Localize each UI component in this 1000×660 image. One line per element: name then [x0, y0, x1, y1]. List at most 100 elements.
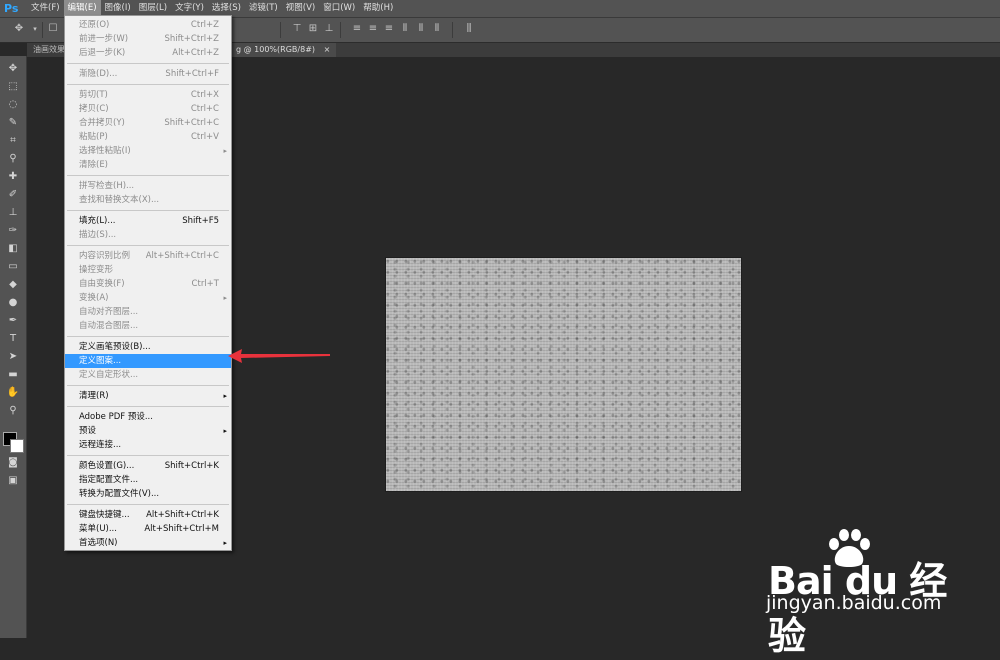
separator — [42, 22, 43, 38]
menu-separator — [67, 455, 229, 456]
menu-filter[interactable]: 滤镜(T) — [245, 0, 282, 17]
menu-item-find-replace-text[interactable]: 查找和替换文本(X)... — [65, 193, 231, 207]
align-top-icon[interactable]: ⊤ — [290, 22, 304, 36]
edit-menu-dropdown: 还原(O) Ctrl+Z 前进一步(W) Shift+Ctrl+Z 后退一步(K) A… — [64, 15, 232, 551]
watermark-url: jingyan.baidu.com — [766, 592, 942, 614]
pen-tool-icon[interactable]: ✒ — [5, 314, 21, 328]
menu-window[interactable]: 窗口(W) — [319, 0, 359, 17]
type-tool-icon[interactable]: T — [5, 332, 21, 346]
distribute-left-icon[interactable]: ⫴ — [398, 22, 412, 36]
menu-item-auto-align-layers[interactable]: 自动对齐图层... — [65, 305, 231, 319]
menu-separator — [67, 504, 229, 505]
align-bottom-icon[interactable]: ⊥ — [322, 22, 336, 36]
menu-separator — [67, 63, 229, 64]
distribute-hcenter-icon[interactable]: ⫴ — [414, 22, 428, 36]
menu-item-content-aware-scale[interactable]: 内容识别比例 Alt+Shift+Ctrl+C — [65, 249, 231, 263]
menu-item-paste-special[interactable]: 选择性粘贴(I) ▸ — [65, 144, 231, 158]
menu-item-cut[interactable]: 剪切(T) Ctrl+X — [65, 88, 231, 102]
menu-item-puppet-warp[interactable]: 操控变形 — [65, 263, 231, 277]
toolbox: ✥ ⬚ ◌ ✎ ⌗ ⚲ ✚ ✐ ⊥ ✑ ◧ ▭ ◆ ● ✒ T ➤ ▬ ✋ ⚲ … — [0, 56, 27, 638]
menu-help[interactable]: 帮助(H) — [359, 0, 397, 17]
menu-item-define-pattern[interactable]: 定义图案... — [65, 354, 231, 368]
menu-item-remote-connections[interactable]: 远程连接... — [65, 438, 231, 452]
menu-separator — [67, 406, 229, 407]
menu-item-fade[interactable]: 渐隐(D)... Shift+Ctrl+F — [65, 67, 231, 81]
document-image-canvas[interactable] — [386, 258, 741, 491]
submenu-arrow-icon: ▸ — [223, 539, 227, 547]
move-tool-icon[interactable]: ✥ — [5, 62, 21, 76]
menu-item-auto-blend-layers[interactable]: 自动混合图层... — [65, 319, 231, 333]
menu-item-paste[interactable]: 粘贴(P) Ctrl+V — [65, 130, 231, 144]
dodge-tool-icon[interactable]: ● — [5, 296, 21, 310]
menu-item-stroke[interactable]: 描边(S)... — [65, 228, 231, 242]
menu-item-copy-merged[interactable]: 合并拷贝(Y) Shift+Ctrl+C — [65, 116, 231, 130]
photoshop-logo: Ps — [4, 2, 19, 15]
menu-item-keyboard-shortcuts[interactable]: 键盘快捷键... Alt+Shift+Ctrl+K — [65, 508, 231, 522]
auto-align-layers-icon[interactable]: ⫼ — [462, 22, 476, 36]
lasso-tool-icon[interactable]: ◌ — [5, 98, 21, 112]
menu-item-transform[interactable]: 变换(A) ▸ — [65, 291, 231, 305]
distribute-bottom-icon[interactable]: ≡ — [382, 22, 396, 36]
path-select-tool-icon[interactable]: ➤ — [5, 350, 21, 364]
eraser-tool-icon[interactable]: ◧ — [5, 242, 21, 256]
menu-item-check-spelling[interactable]: 拼写检查(H)... — [65, 179, 231, 193]
close-icon[interactable]: × — [324, 45, 331, 54]
distribute-top-icon[interactable]: ≡ — [350, 22, 364, 36]
submenu-arrow-icon: ▸ — [223, 147, 227, 155]
screen-mode-icon[interactable]: ▣ — [5, 474, 21, 488]
menu-separator — [67, 84, 229, 85]
shape-tool-icon[interactable]: ▬ — [5, 368, 21, 382]
separator — [340, 22, 341, 38]
menu-item-fill[interactable]: 填充(L)... Shift+F5 — [65, 214, 231, 228]
align-vcenter-icon[interactable]: ⊞ — [306, 22, 320, 36]
menu-item-presets[interactable]: 预设 ▸ — [65, 424, 231, 438]
menu-item-adobe-pdf-presets[interactable]: Adobe PDF 预设... — [65, 410, 231, 424]
menu-item-step-forward[interactable]: 前进一步(W) Shift+Ctrl+Z — [65, 32, 231, 46]
menu-item-step-backward[interactable]: 后退一步(K) Alt+Ctrl+Z — [65, 46, 231, 60]
menu-item-clear[interactable]: 清除(E) — [65, 158, 231, 172]
tab-label: g @ 100%(RGB/8#) — [236, 45, 316, 54]
menu-separator — [67, 385, 229, 386]
quick-select-tool-icon[interactable]: ✎ — [5, 116, 21, 130]
crop-tool-icon[interactable]: ⌗ — [5, 134, 21, 148]
gradient-tool-icon[interactable]: ▭ — [5, 260, 21, 274]
auto-select-checkbox[interactable]: ☐ — [46, 22, 60, 36]
menu-item-free-transform[interactable]: 自由变换(F) Ctrl+T — [65, 277, 231, 291]
move-tool-icon[interactable]: ✥ — [12, 22, 26, 36]
submenu-arrow-icon: ▸ — [223, 392, 227, 400]
menu-item-define-custom-shape[interactable]: 定义自定形状... — [65, 368, 231, 382]
tool-preset-dropdown-icon[interactable]: ▾ — [28, 22, 42, 36]
menu-item-color-settings[interactable]: 颜色设置(G)... Shift+Ctrl+K — [65, 459, 231, 473]
red-arrow-annotation-icon — [228, 349, 330, 363]
menu-item-convert-to-profile[interactable]: 转换为配置文件(V)... — [65, 487, 231, 501]
hand-tool-icon[interactable]: ✋ — [5, 386, 21, 400]
brush-tool-icon[interactable]: ✐ — [5, 188, 21, 202]
quick-mask-icon[interactable]: ◙ — [5, 456, 21, 470]
menu-file[interactable]: 文件(F) — [27, 0, 64, 17]
blur-tool-icon[interactable]: ◆ — [5, 278, 21, 292]
menu-separator — [67, 210, 229, 211]
eyedropper-tool-icon[interactable]: ⚲ — [5, 152, 21, 166]
background-color-swatch[interactable] — [10, 439, 24, 453]
menu-item-menus[interactable]: 菜单(U)... Alt+Shift+Ctrl+M — [65, 522, 231, 536]
tab-current-document[interactable]: g @ 100%(RGB/8#) × — [230, 43, 337, 57]
healing-brush-tool-icon[interactable]: ✚ — [5, 170, 21, 184]
menu-item-preferences[interactable]: 首选项(N) ▸ — [65, 536, 231, 550]
clone-stamp-tool-icon[interactable]: ⊥ — [5, 206, 21, 220]
menu-view[interactable]: 视图(V) — [282, 0, 319, 17]
distribute-right-icon[interactable]: ⫴ — [430, 22, 444, 36]
distribute-vcenter-icon[interactable]: ≡ — [366, 22, 380, 36]
menu-item-undo[interactable]: 还原(O) Ctrl+Z — [65, 18, 231, 32]
menu-item-define-brush-preset[interactable]: 定义画笔预设(B)... — [65, 340, 231, 354]
menu-item-assign-profile[interactable]: 指定配置文件... — [65, 473, 231, 487]
submenu-arrow-icon: ▸ — [223, 294, 227, 302]
menu-separator — [67, 245, 229, 246]
baidu-jingyan-watermark: Bai du 经验 jingyan.baidu.com — [762, 528, 982, 658]
zoom-tool-icon[interactable]: ⚲ — [5, 404, 21, 418]
menu-item-purge[interactable]: 清理(R) ▸ — [65, 389, 231, 403]
separator — [280, 22, 281, 38]
marquee-tool-icon[interactable]: ⬚ — [5, 80, 21, 94]
history-brush-tool-icon[interactable]: ✑ — [5, 224, 21, 238]
menu-item-copy[interactable]: 拷贝(C) Ctrl+C — [65, 102, 231, 116]
menu-separator — [67, 336, 229, 337]
